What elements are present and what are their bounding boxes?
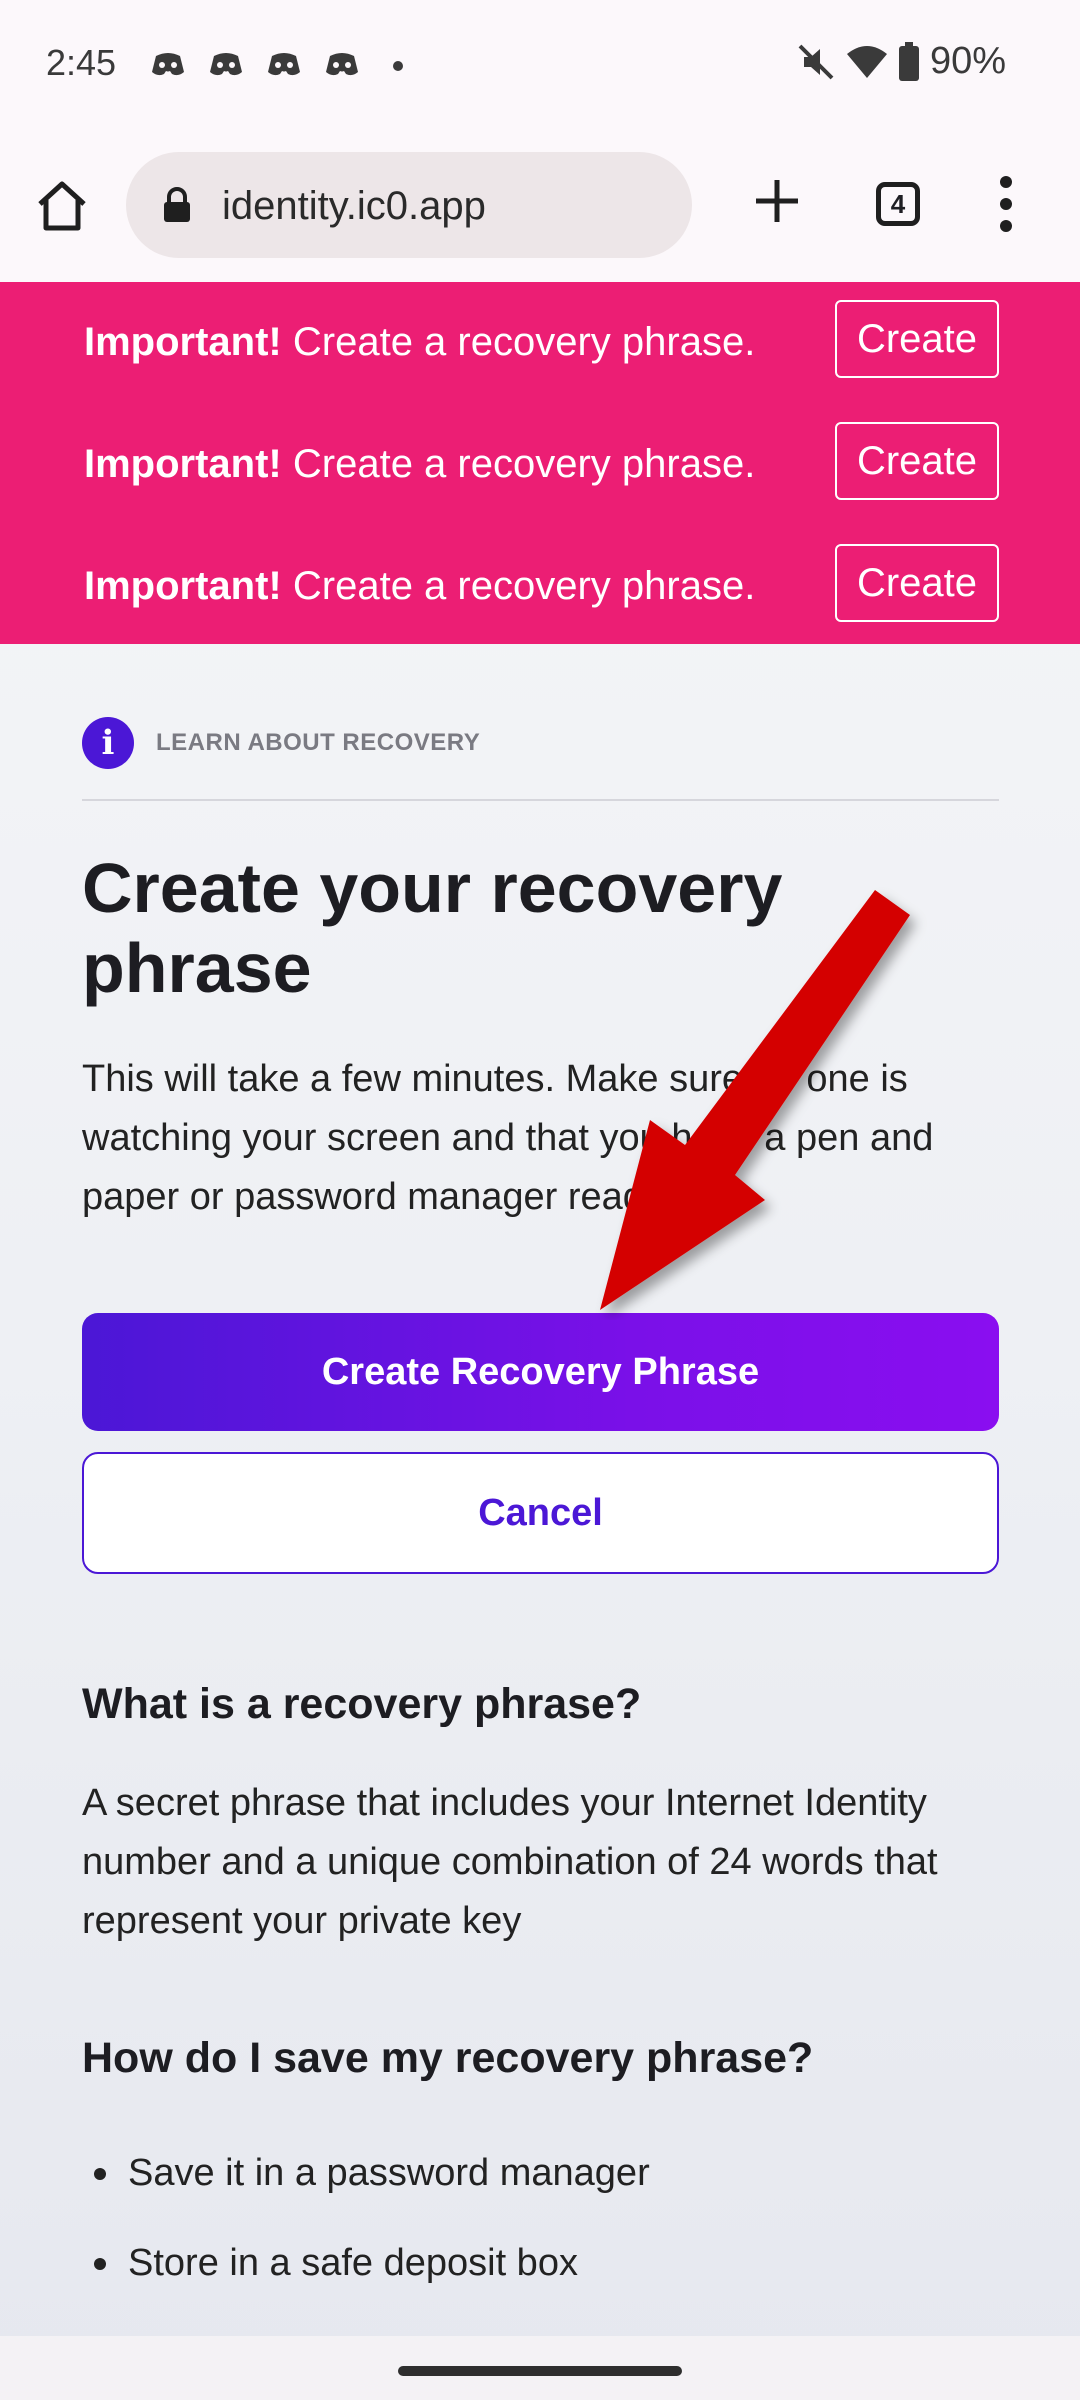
banner-message: Create a recovery phrase.	[281, 442, 756, 486]
tab-switcher-button[interactable]: 4	[876, 182, 920, 226]
banner-row: Important! Create a recovery phrase. Cre…	[84, 300, 999, 380]
banner-create-button[interactable]: Create	[835, 422, 999, 500]
battery-percent: 90%	[929, 40, 1006, 82]
banner-message: Create a recovery phrase.	[281, 564, 756, 608]
banner-text: Important! Create a recovery phrase.	[84, 564, 755, 609]
banner-row: Important! Create a recovery phrase. Cre…	[84, 422, 999, 502]
learn-about-recovery-link[interactable]: LEARN ABOUT RECOVERY	[156, 729, 480, 757]
new-tab-icon[interactable]	[752, 176, 802, 226]
discord-icon	[210, 53, 242, 76]
faq-answer-what: A secret phrase that includes your Inter…	[82, 1782, 938, 1942]
status-right: 90%	[796, 40, 1006, 83]
banner-create-button[interactable]: Create	[835, 544, 999, 622]
lock-icon	[164, 187, 190, 222]
gesture-handle[interactable]	[398, 2366, 682, 2376]
status-time: 2:45	[46, 42, 117, 83]
status-bar: 2:45 90%	[0, 0, 1080, 132]
discord-icon	[268, 53, 300, 76]
battery-icon	[898, 41, 919, 81]
divider	[82, 799, 999, 801]
banner-important: Important!	[84, 564, 282, 608]
info-icon[interactable]: i	[82, 717, 134, 769]
mute-icon	[798, 44, 834, 79]
annotation-arrow-icon	[600, 890, 910, 1310]
banner-important: Important!	[84, 320, 282, 364]
discord-icon	[326, 53, 358, 76]
wifi-icon	[846, 45, 887, 78]
banner-row: Important! Create a recovery phrase. Cre…	[84, 544, 999, 624]
faq-question-what: What is a recovery phrase?	[82, 1680, 642, 1728]
home-icon[interactable]	[34, 178, 90, 234]
address-bar[interactable]: identity.ic0.app	[126, 152, 692, 258]
banner-important: Important!	[84, 442, 282, 486]
cancel-button[interactable]: Cancel	[82, 1452, 999, 1574]
create-recovery-phrase-button[interactable]: Create Recovery Phrase	[82, 1313, 999, 1431]
list-item: Store in a safe deposit box	[90, 2218, 913, 2308]
banner-text: Important! Create a recovery phrase.	[84, 320, 755, 365]
banner-create-button[interactable]: Create	[835, 300, 999, 378]
banner-message: Create a recovery phrase.	[281, 320, 756, 364]
browser-toolbar: identity.ic0.app 4	[0, 132, 1080, 282]
recovery-banners: Important! Create a recovery phrase. Cre…	[0, 282, 1080, 644]
list-item: Save it in a password manager	[90, 2128, 913, 2218]
dot-icon	[393, 61, 403, 71]
banner-text: Important! Create a recovery phrase.	[84, 442, 755, 487]
discord-icon	[152, 53, 184, 76]
faq-question-how: How do I save my recovery phrase?	[82, 2034, 814, 2082]
more-menu-icon[interactable]	[998, 174, 1014, 234]
url-text: identity.ic0.app	[222, 184, 486, 228]
